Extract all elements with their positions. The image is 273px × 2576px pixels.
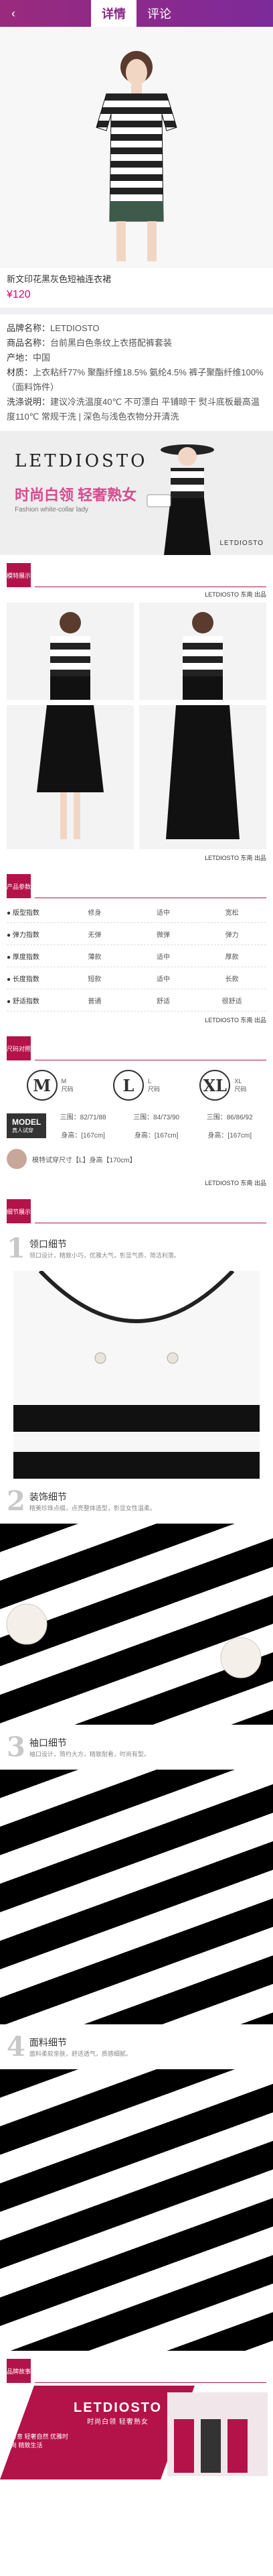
section-tag: 模特展示	[7, 563, 31, 587]
spec-block: 品牌名称：LETDIOSTO 商品名称：台前黑白色条纹上衣搭配裤套装 产地：中国…	[0, 314, 273, 431]
product-params-table: ● 版型指数 修身 适中 宽松 ● 弹力指数 无弹 微弹 弹力 ● 厚度指数 薄款 适中厚…	[7, 901, 266, 1011]
model-photo	[7, 705, 134, 849]
detail-3-title: 3 袖口细节 袖口设计，简约大方，精致耐看，时尚有型。	[7, 1731, 150, 1763]
detail-1-image	[0, 1271, 273, 1479]
brand-logo: LETDIOSTO 时尚白领 轻奢熟女	[74, 2400, 163, 2426]
brand-caption: LETDIOSTO 东南 出品	[205, 1017, 266, 1024]
model-photo	[139, 705, 266, 849]
banner-model-illustration	[147, 444, 214, 555]
param-row: ● 版型指数 修身 适中 宽松	[7, 901, 266, 923]
detail-4-image	[0, 2069, 273, 2351]
section-line	[35, 2382, 266, 2383]
model-label: MODEL 真人试穿	[7, 1113, 47, 1138]
brand-caption: LETDIOSTO 东南 出品	[205, 1180, 266, 1186]
param-row: ● 舒适指数 普通 舒适 很舒适	[7, 989, 266, 1011]
banner-subline: Fashion white-collar lady	[15, 506, 89, 513]
avatar	[7, 1149, 27, 1169]
param-row: ● 厚度指数 薄款 适中 厚款	[7, 945, 266, 967]
size-option-l: L L 尺码	[112, 1070, 160, 1101]
tab-detail[interactable]: 详情	[91, 0, 136, 27]
tab-review[interactable]: 评论	[136, 0, 182, 27]
section-tag: 细节展示	[7, 1199, 31, 1223]
spec-wash: 洗涤说明：建议冷洗温度40℃ 不可漂白 平铺晾干 熨斗底板最高温度110℃ 常规…	[7, 397, 260, 422]
section-tag: 品牌故事	[7, 2359, 31, 2383]
param-row: ● 长度指数 短款 适中 长款	[7, 967, 266, 989]
size-options: M M 尺码 L L 尺码 XL XL 尺码	[0, 1063, 273, 1107]
spec-material: 材质：上衣粘纤77% 聚酯纤维18.5% 氨纶4.5% 裤子聚酯纤维100%（面…	[7, 367, 264, 392]
brand-story-banner: LETDIOSTO 时尚白领 轻奢熟女 写意 轻奢自然 优雅时尚 精致生活	[0, 2386, 273, 2479]
detail-1-title: 1 领口细节 领口设计，精致小巧，优雅大气，彰显气质，简洁利落。	[7, 1233, 180, 1264]
banner-brand: LETDIOSTO	[15, 451, 148, 471]
divider	[0, 308, 273, 314]
model-photo	[139, 603, 266, 700]
section-header-brand-story: 品牌故事	[0, 2351, 273, 2386]
back-arrow-icon[interactable]: ‹	[7, 7, 20, 20]
size-option-m: M M 尺码	[26, 1070, 74, 1101]
store-illustration	[167, 2392, 268, 2476]
model-info-card: MODEL 真人试穿 三围：82/71/88 三围：84/73/90 三围：86/86…	[7, 1107, 266, 1144]
banner-logo: LETDIOSTO	[219, 540, 264, 547]
banner-headline: 时尚白领 轻奢熟女	[15, 487, 137, 503]
tab-group: 详情 评论	[91, 0, 182, 27]
section-header-display: 模特展示	[0, 555, 273, 590]
param-row: ● 弹力指数 无弹 微弹 弹力	[7, 923, 266, 945]
detail-4-title: 4 面料细节 面料柔软亲肤，舒适透气，质感细腻。	[7, 2031, 132, 2063]
top-bar: ‹ 详情 评论	[0, 0, 273, 27]
promo-banner: LETDIOSTO 时尚白领 轻奢熟女 Fashion white-collar…	[0, 431, 273, 555]
section-header-props: 产品参数	[0, 866, 273, 901]
section-tag: 尺码对照	[7, 1036, 31, 1060]
section-tag: 产品参数	[7, 874, 31, 898]
review-snippet: 模特试穿尺寸【L】身高【170cm】	[7, 1149, 266, 1169]
model-photo	[7, 603, 134, 700]
detail-2-title: 2 装饰细节 精美珍珠点缀，点亮整体造型，彰显女性温柔。	[7, 1485, 156, 1517]
section-header-size: 尺码对照	[0, 1028, 273, 1063]
size-option-xl: XL XL 尺码	[199, 1070, 246, 1101]
model-photo-grid	[0, 603, 273, 849]
detail-3-image	[0, 1770, 273, 2024]
model-striped-dress-illustration	[96, 51, 177, 261]
section-header-details: 细节展示	[0, 1191, 273, 1226]
spec-origin: 产地：中国	[7, 353, 51, 363]
spec-name: 商品名称：台前黑白色条纹上衣搭配裤套装	[7, 338, 173, 348]
product-title: 新文印花黑灰色短袖连衣裙	[7, 274, 112, 284]
product-price: ¥120	[7, 289, 31, 300]
spec-brand: 品牌名称：LETDIOSTO	[7, 323, 100, 333]
detail-2-image	[0, 1524, 273, 1725]
brand-caption: LETDIOSTO 东南 出品	[205, 591, 266, 598]
brand-story-text: 写意 轻奢自然 优雅时尚 精致生活	[11, 2433, 69, 2449]
product-hero-image	[0, 27, 273, 268]
brand-caption: LETDIOSTO 东南 出品	[205, 855, 266, 861]
